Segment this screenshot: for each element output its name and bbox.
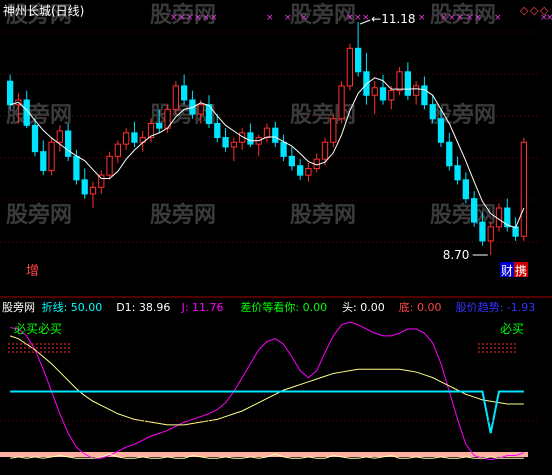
legend-item: 头: 0.00 xyxy=(342,301,385,314)
legend-item: 折线: 50.00 xyxy=(42,300,103,314)
baseline-band xyxy=(0,452,528,457)
signal-label: 必买 xyxy=(500,322,524,336)
legend-item: 底: 0.00 xyxy=(399,300,442,314)
indicator-chart: 股旁网 折线: 50.00 D1: 38.96 J: 11.76 差价等看你: 0.00… xyxy=(0,296,552,461)
chart-stage: 股旁网股旁网股旁网股旁网股旁网股旁网股旁网股旁网股旁网股旁网股旁网股旁网股旁网股… xyxy=(0,0,552,475)
legend-item: 股旁网 xyxy=(2,300,35,314)
legend-item: D1: 38.96 xyxy=(116,301,170,314)
indicator-series-1 xyxy=(9,335,524,426)
legend-item: J: 11.76 xyxy=(181,301,224,314)
signal-label: 必买必买 xyxy=(14,322,62,336)
legend-item: 股价趋势: -1.93 xyxy=(456,301,536,314)
legend-item: 差价等看你: 0.00 xyxy=(240,300,327,314)
